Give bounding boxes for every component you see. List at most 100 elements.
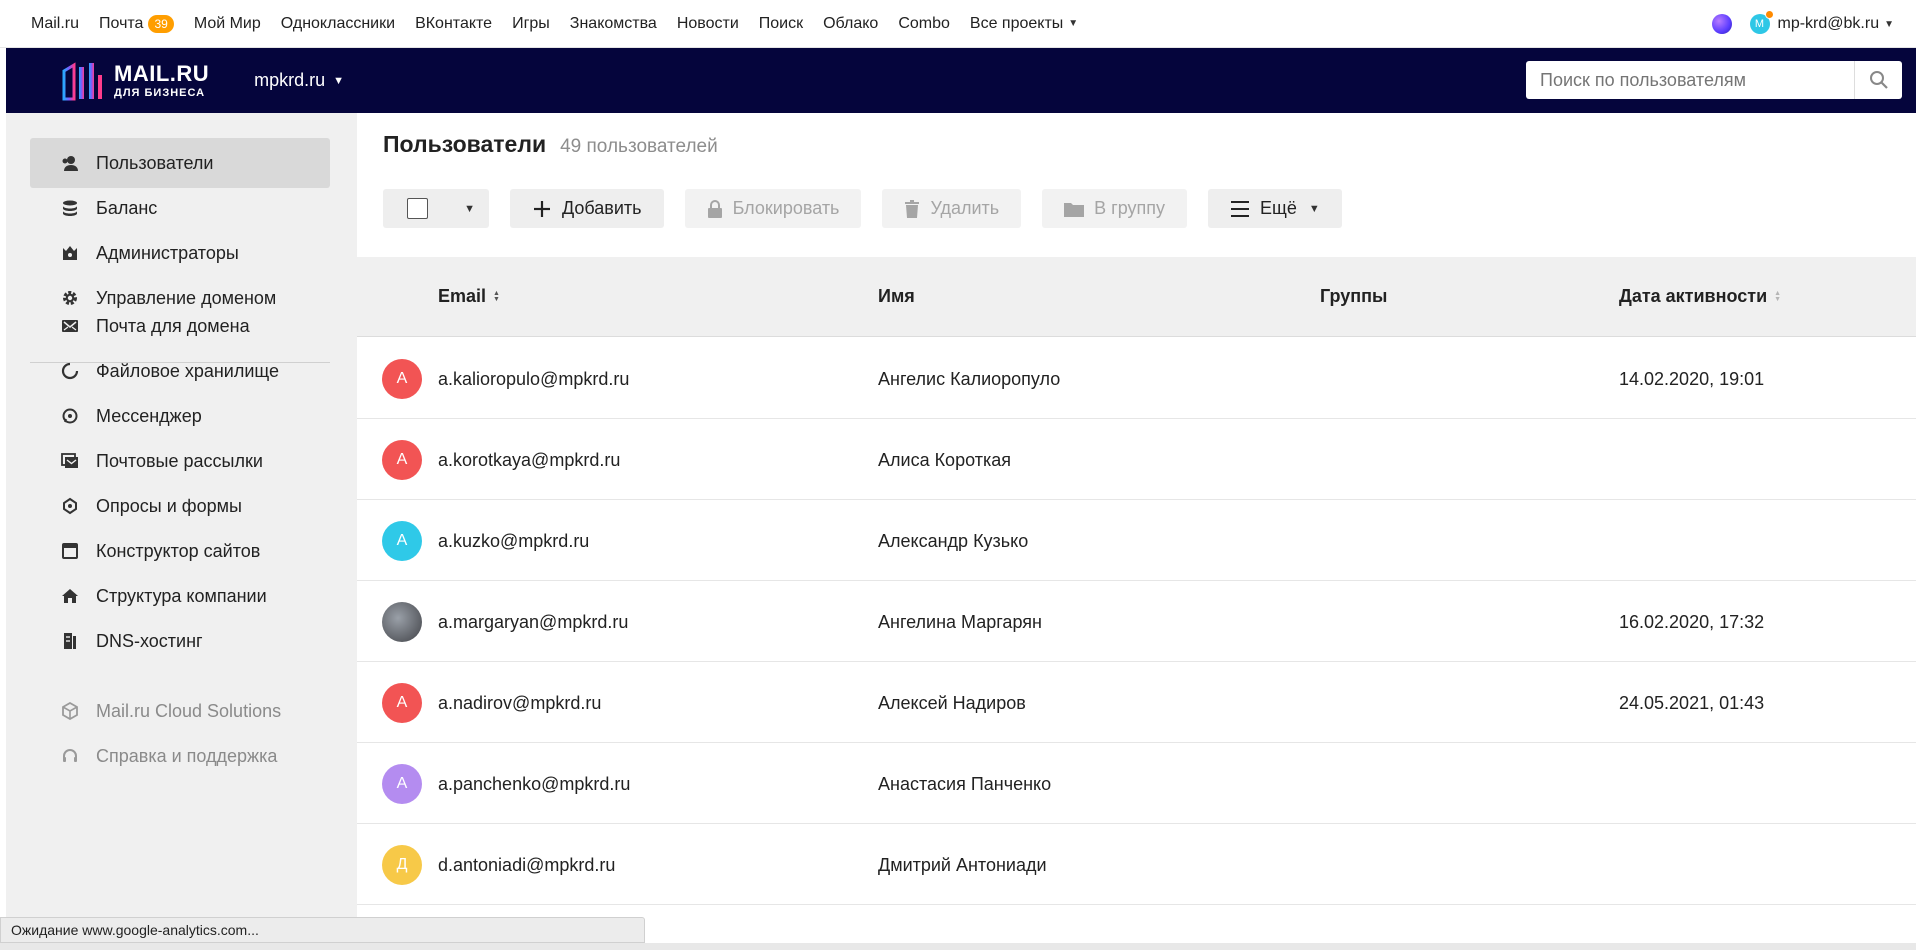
portal-bar: Mail.ru Почта 39 Мой Мир Одноклассники ВК… xyxy=(0,0,1916,48)
sidebar-item-company-structure[interactable]: Структура компании xyxy=(30,571,330,621)
search-button[interactable] xyxy=(1854,61,1902,99)
cloud-icon xyxy=(60,361,80,381)
user-search xyxy=(1526,61,1902,99)
user-name-cell: Ангелис Калиоропуло xyxy=(878,369,1061,389)
portal-link-vk[interactable]: ВКонтакте xyxy=(415,15,492,33)
chevron-down-icon: ▼ xyxy=(1308,202,1320,215)
portal-link-combo[interactable]: Combo xyxy=(898,15,950,33)
sidebar-item-admins[interactable]: Администраторы xyxy=(30,228,330,278)
browser-icon xyxy=(60,541,80,561)
mailru-business-logo[interactable]: MAIL.RU ДЛЯ БИЗНЕСА xyxy=(60,59,209,103)
home-icon xyxy=(60,586,80,606)
user-email-cell[interactable]: a.panchenko@mpkrd.ru xyxy=(438,774,630,795)
delete-button[interactable]: Удалить xyxy=(882,189,1022,228)
table-row[interactable]: Аa.nadirov@mpkrd.ru Алексей Надиров 24.05.… xyxy=(357,662,1916,743)
portal-link-games[interactable]: Игры xyxy=(512,15,550,33)
page-title: Пользователи xyxy=(383,131,547,157)
avatar: Д xyxy=(382,845,422,885)
table-row[interactable]: Аa.kalioropulo@mpkrd.ru Ангелис Калиоропу… xyxy=(357,338,1916,419)
form-icon xyxy=(60,496,80,516)
avatar xyxy=(382,602,422,642)
portal-link-cloud[interactable]: Облако xyxy=(823,15,878,33)
plus-icon xyxy=(532,199,552,219)
table-row[interactable]: Аa.panchenko@mpkrd.ru Анастасия Панченко xyxy=(357,743,1916,824)
user-activity-cell: 24.05.2021, 01:43 xyxy=(1619,693,1765,713)
column-header-activity[interactable]: Дата активности ▲ ▼ xyxy=(1619,286,1781,307)
user-email-cell[interactable]: a.kuzko@mpkrd.ru xyxy=(438,531,589,552)
sidebar-item-dns-hosting[interactable]: DNS-хостинг xyxy=(30,616,330,666)
select-all-dropdown[interactable]: ▼ xyxy=(383,189,489,228)
user-email-cell[interactable]: a.kalioropulo@mpkrd.ru xyxy=(438,369,629,390)
table-row[interactable]: Аa.korotkaya@mpkrd.ru Алиса Короткая xyxy=(357,419,1916,500)
main-content: Пользователи 49 пользователей ▼ Добавить… xyxy=(357,113,1916,950)
sidebar-item-cloud-solutions[interactable]: Mail.ru Cloud Solutions xyxy=(30,686,330,736)
user-avatar[interactable]: М xyxy=(1749,10,1774,34)
trash-icon xyxy=(904,199,920,218)
sort-icon[interactable]: ▲ ▼ xyxy=(1774,290,1781,303)
newsletter-icon xyxy=(60,451,80,471)
portal-link-moymir[interactable]: Мой Мир xyxy=(194,15,261,33)
portal-link-mail[interactable]: Почта 39 xyxy=(99,14,174,33)
sidebar-item-site-builder[interactable]: Конструктор сайтов xyxy=(30,526,330,576)
table-row[interactable]: Дd.antoniadi@mpkrd.ru Дмитрий Антониади xyxy=(357,824,1916,905)
avatar: А xyxy=(382,521,422,561)
sidebar-item-messenger[interactable]: Мессенджер xyxy=(30,391,330,441)
headset-icon xyxy=(60,746,80,766)
chevron-down-icon: ▼ xyxy=(1068,18,1079,29)
portal-link-dating[interactable]: Знакомства xyxy=(570,15,657,33)
user-icon xyxy=(60,153,80,173)
avatar: А xyxy=(382,440,422,480)
select-all-checkbox[interactable] xyxy=(407,198,428,219)
add-user-button[interactable]: Добавить xyxy=(510,189,664,228)
avatar: А xyxy=(382,764,422,804)
unread-badge: 39 xyxy=(148,14,174,33)
user-name-cell: Алексей Надиров xyxy=(878,693,1026,713)
chevron-down-icon[interactable]: ▼ xyxy=(1884,19,1894,30)
search-input[interactable] xyxy=(1526,69,1846,91)
logo-mark-icon xyxy=(62,61,102,100)
table-header: Email ▲ ▼ Имя Группы Дата активности ▲ ▼ xyxy=(357,257,1916,337)
portal-link-ok[interactable]: Одноклассники xyxy=(281,15,395,33)
user-email[interactable]: mp-krd@bk.ru xyxy=(1778,15,1880,33)
coins-icon xyxy=(60,198,80,218)
portal-link-search[interactable]: Поиск xyxy=(759,15,803,33)
sidebar-item-domain-mail[interactable]: Почта для домена xyxy=(30,301,330,351)
sidebar-item-newsletters[interactable]: Почтовые рассылки xyxy=(30,436,330,486)
table-row[interactable]: a.margaryan@mpkrd.ru Ангелина Маргарян 16.… xyxy=(357,581,1916,662)
user-activity-cell: 14.02.2020, 19:01 xyxy=(1619,369,1765,389)
chevron-down-icon[interactable]: ▼ xyxy=(464,203,475,215)
user-count: 49 пользователей xyxy=(560,136,718,157)
user-email-cell[interactable]: a.margaryan@mpkrd.ru xyxy=(438,612,628,633)
menu-icon xyxy=(1230,200,1250,218)
domain-selector[interactable]: mpkrd.ru ▼ xyxy=(254,70,344,91)
assistant-orb-icon[interactable] xyxy=(1711,14,1732,34)
page-title-row: Пользователи 49 пользователей xyxy=(383,131,718,158)
user-name-cell: Анастасия Панченко xyxy=(878,774,1052,794)
sidebar-item-file-storage[interactable]: Файловое хранилище xyxy=(30,346,330,396)
user-name-cell: Дмитрий Антониади xyxy=(878,855,1047,875)
sidebar-item-balance[interactable]: Баланс xyxy=(30,183,330,233)
sidebar-item-help[interactable]: Справка и поддержка xyxy=(30,731,330,781)
sidebar-item-users[interactable]: Пользователи xyxy=(30,138,330,188)
column-header-name: Имя xyxy=(878,286,915,306)
folder-icon xyxy=(1064,201,1085,217)
column-header-email[interactable]: Email ▲ ▼ xyxy=(438,286,500,307)
user-email-cell[interactable]: a.korotkaya@mpkrd.ru xyxy=(438,450,620,471)
user-email-cell[interactable]: a.nadirov@mpkrd.ru xyxy=(438,693,601,714)
user-name-cell: Ангелина Маргарян xyxy=(878,612,1042,632)
sidebar-item-surveys[interactable]: Опросы и формы xyxy=(30,481,330,531)
sort-icon[interactable]: ▲ ▼ xyxy=(493,290,500,303)
user-email-cell[interactable]: d.antoniadi@mpkrd.ru xyxy=(438,855,615,876)
server-icon xyxy=(60,631,80,651)
portal-link-all-projects[interactable]: Все проекты ▼ xyxy=(970,15,1078,33)
move-to-group-button[interactable]: В группу xyxy=(1042,189,1188,228)
toolbar: ▼ Добавить Блокировать Удалить В группу … xyxy=(383,189,1363,228)
more-button[interactable]: Ещё ▼ xyxy=(1208,189,1342,228)
avatar: А xyxy=(382,359,422,399)
chevron-down-icon: ▼ xyxy=(333,74,345,87)
table-row[interactable]: Аa.kuzko@mpkrd.ru Александр Кузько xyxy=(357,500,1916,581)
sidebar: Пользователи Баланс Администраторы Управ… xyxy=(6,113,357,950)
portal-link-news[interactable]: Новости xyxy=(677,15,739,33)
portal-link-mailru[interactable]: Mail.ru xyxy=(31,15,79,33)
block-button[interactable]: Блокировать xyxy=(684,189,862,228)
